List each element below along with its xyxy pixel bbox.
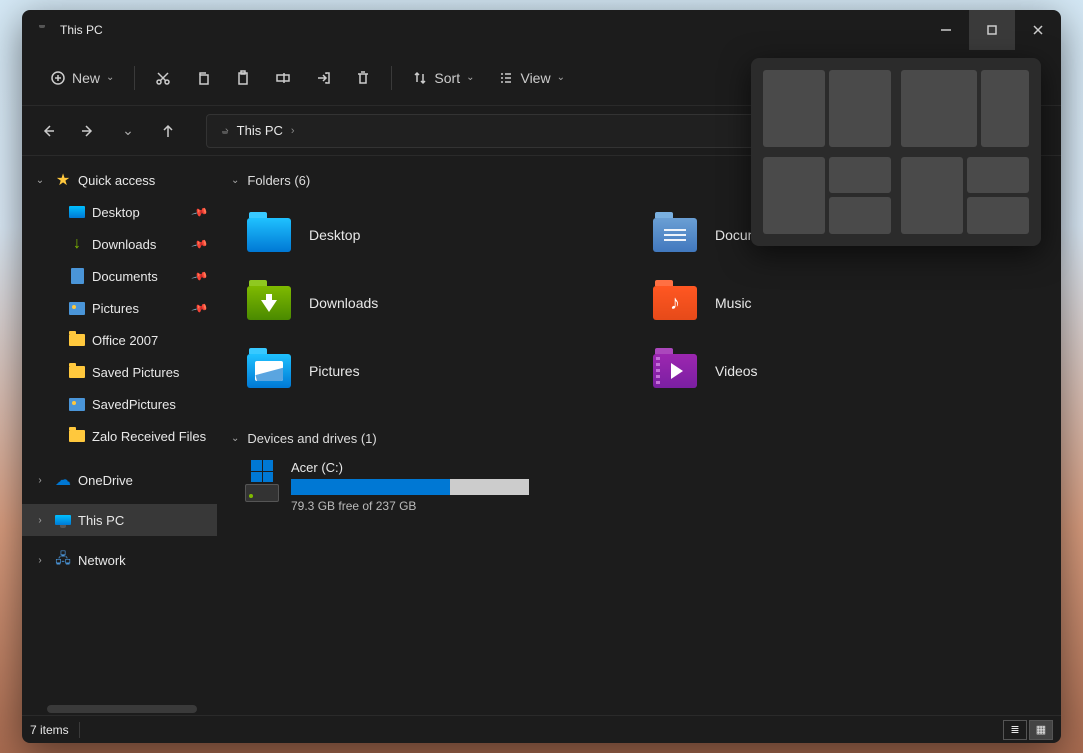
group-drives-header[interactable]: ⌄ Devices and drives (1) [227,424,1051,452]
pics-folder-icon [245,347,293,395]
chevron-down-icon: ⌄ [466,72,474,83]
sidebar-item-onedrive[interactable]: › ☁ OneDrive [22,464,217,496]
window-title: This PC [60,23,923,37]
status-item-count: 7 items [30,723,69,737]
disk-icon [245,484,279,502]
snap-layout-quarter[interactable] [901,157,1029,234]
chevron-right-icon: › [32,475,48,486]
sidebar-item-savedpictures[interactable]: SavedPictures [22,388,217,420]
pin-icon: 📌 [191,299,209,317]
music-folder-icon: ♪ [651,279,699,327]
recent-button[interactable]: ⌄ [110,113,146,149]
chevron-right-icon: › [291,125,295,137]
snap-layout-twothird[interactable] [901,70,1029,147]
desktop-icon [69,206,85,218]
copy-button[interactable] [185,59,221,97]
sort-icon [412,70,428,86]
drive-capacity-bar [291,479,529,495]
chevron-right-icon: › [32,555,48,566]
pc-icon [54,511,72,529]
scrollbar[interactable] [47,705,197,713]
folder-downloads[interactable]: Downloads [239,270,645,336]
sidebar: ⌄ ★ Quick access Desktop📌↓Downloads📌Docu… [22,156,217,715]
sidebar-item-quickaccess[interactable]: ⌄ ★ Quick access [22,164,217,196]
drive-free-text: 79.3 GB free of 237 GB [291,499,529,513]
chevron-down-icon: ⌄ [231,175,239,186]
paste-icon [235,70,251,86]
chevron-down-icon: ⌄ [32,175,48,186]
video-folder-icon [651,347,699,395]
pin-icon: 📌 [191,235,209,253]
sidebar-item-pictures[interactable]: Pictures📌 [22,292,217,324]
desktop-folder-icon [245,211,293,259]
breadcrumb[interactable]: This PC [237,123,283,138]
sidebar-item-network[interactable]: › 🖧 Network [22,544,217,576]
forward-button[interactable] [70,113,106,149]
chevron-down-icon: ⌄ [231,433,239,444]
back-button[interactable] [30,113,66,149]
folder-icon [69,366,85,378]
snap-layout-three[interactable] [763,157,891,234]
paste-button[interactable] [225,59,261,97]
sidebar-item-saved-pictures[interactable]: Saved Pictures [22,356,217,388]
folder-icon [69,334,85,346]
tiles-view-button[interactable]: ▦ [1029,720,1053,740]
sort-button[interactable]: Sort ⌄ [402,59,484,97]
pc-icon [34,25,50,35]
rename-button[interactable] [265,59,301,97]
minimize-button[interactable] [923,10,969,50]
sidebar-item-downloads[interactable]: ↓Downloads📌 [22,228,217,260]
titlebar: This PC [22,10,1061,50]
copy-icon [195,70,211,86]
docs-folder-icon [651,211,699,259]
sidebar-item-office-2007[interactable]: Office 2007 [22,324,217,356]
document-icon [71,268,84,284]
cloud-icon: ☁ [54,471,72,489]
network-icon: 🖧 [54,551,72,569]
sidebar-item-documents[interactable]: Documents📌 [22,260,217,292]
star-icon: ★ [54,171,72,189]
share-icon [315,70,331,86]
chevron-down-icon: ⌄ [557,72,565,83]
chevron-right-icon: › [32,515,48,526]
pictures-icon [69,398,85,411]
view-button[interactable]: View ⌄ [488,59,574,97]
plus-circle-icon [50,70,66,86]
chevron-down-icon: ⌄ [106,72,114,83]
sidebar-item-desktop[interactable]: Desktop📌 [22,196,217,228]
snap-layouts-flyout [751,58,1041,246]
statusbar: 7 items ≣ ▦ [22,715,1061,743]
pictures-icon [69,302,85,315]
drive-item[interactable]: Acer (C:) 79.3 GB free of 237 GB [227,452,1051,521]
delete-button[interactable] [345,59,381,97]
up-button[interactable] [150,113,186,149]
chevron-down-icon: ⌄ [122,122,134,139]
folder-desktop[interactable]: Desktop [239,202,645,268]
maximize-button[interactable] [969,10,1015,50]
share-button[interactable] [305,59,341,97]
view-icon [498,70,514,86]
dl-folder-icon [245,279,293,327]
pin-icon: 📌 [191,203,209,221]
drive-icon [245,460,279,502]
close-button[interactable] [1015,10,1061,50]
folder-videos[interactable]: Videos [645,338,1051,404]
windows-logo-icon [251,460,273,482]
snap-layout-half[interactable] [763,70,891,147]
sidebar-item-zalo-received-files[interactable]: Zalo Received Files [22,420,217,452]
file-explorer-window: This PC New ⌄ Sort ⌄ View ⌄ ⋯ [22,10,1061,743]
scissors-icon [155,70,171,86]
folder-pictures[interactable]: Pictures [239,338,645,404]
cut-button[interactable] [145,59,181,97]
details-view-button[interactable]: ≣ [1003,720,1027,740]
pin-icon: 📌 [191,267,209,285]
download-icon: ↓ [73,235,81,253]
rename-icon [275,70,291,86]
sidebar-item-thispc[interactable]: › This PC [22,504,217,536]
new-button[interactable]: New ⌄ [40,59,124,97]
drive-label: Acer (C:) [291,460,529,475]
trash-icon [355,70,371,86]
folder-icon [69,430,85,442]
folder-music[interactable]: ♪Music [645,270,1051,336]
